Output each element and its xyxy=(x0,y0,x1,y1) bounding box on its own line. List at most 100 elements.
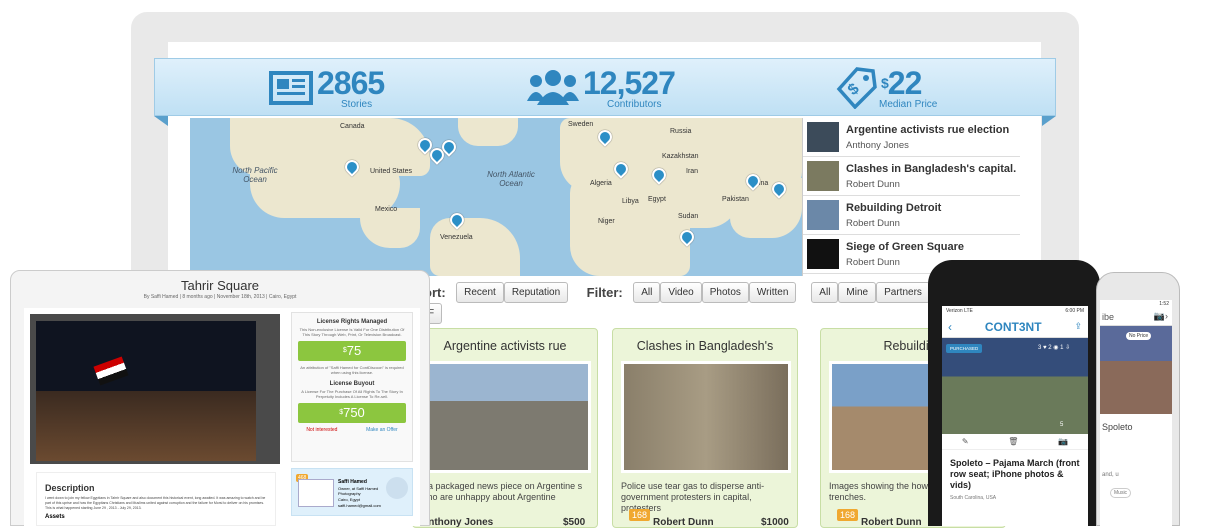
map-label-kazakhstan: Kazakhstan xyxy=(662,153,699,160)
map-label-niger: Niger xyxy=(598,218,615,225)
app-logo: ibe xyxy=(1102,311,1115,322)
filter2-partners-button[interactable]: Partners xyxy=(876,282,930,303)
purchased-badge: PURCHASED xyxy=(946,344,983,353)
filter2-mine-button[interactable]: Mine xyxy=(838,282,877,303)
story-item[interactable]: Clashes in Bangladesh's capital. Robert D… xyxy=(803,157,1020,196)
make-offer-link[interactable]: Make an Offer xyxy=(366,427,398,433)
ribbon-fold-right xyxy=(1042,116,1056,126)
stories-label: Stories xyxy=(341,99,373,110)
card-image xyxy=(621,361,791,473)
license-panel: License Rights Managed This Non-exclusiv… xyxy=(291,312,413,462)
story-item[interactable]: Rebuilding Detroit Robert Dunn xyxy=(803,196,1020,235)
map-label-canada: Canada xyxy=(340,123,365,130)
camera-icon[interactable]: 📷› xyxy=(1154,311,1168,322)
filter-label: Filter: xyxy=(586,285,623,300)
story-card[interactable]: Argentine activists rue s a packaged new… xyxy=(412,328,598,528)
story-title: Spoleto – Pajama March (front row seat; … xyxy=(950,458,1080,490)
filter-all-button[interactable]: All xyxy=(633,282,661,303)
price-tag-icon: $ xyxy=(836,67,877,109)
story-card[interactable]: Clashes in Bangladesh's Police use tear … xyxy=(612,328,798,528)
stories-map[interactable]: Canada United States Mexico Venezuela Sw… xyxy=(190,118,802,276)
filter-video-button[interactable]: Video xyxy=(660,282,702,303)
story-thumbnail xyxy=(807,122,839,152)
map-label-egypt: Egypt xyxy=(648,196,666,203)
description-text: I went down to join my fellow Egyptians … xyxy=(45,496,266,510)
stats-row: 3 ♥ 2 ◉ 1 ⇩ xyxy=(1038,345,1071,351)
price-currency: $ xyxy=(881,75,889,91)
map-label-russia: Russia xyxy=(670,128,692,135)
user-icon xyxy=(386,477,408,499)
median-price-label: Median Price xyxy=(879,99,938,110)
edit-icon[interactable]: ✎ xyxy=(962,437,969,446)
card-title: Clashes in Bangladesh's xyxy=(636,339,774,353)
story-byline: By Saffi Hamed | 8 months ago | November… xyxy=(143,294,297,300)
map-label-us: United States xyxy=(370,168,413,175)
license-buyout-heading: License Buyout xyxy=(329,381,375,387)
sort-recent-button[interactable]: Recent xyxy=(456,282,504,303)
card-byline: Robert Dunn xyxy=(861,517,922,528)
license-buyout-text: A License For The Purchase Of All Rights… xyxy=(301,389,403,399)
filter-written-button[interactable]: Written xyxy=(748,282,797,303)
story-title: Argentine activists rue election xyxy=(846,123,1010,136)
card-image xyxy=(421,361,591,473)
not-interested-link[interactable]: Not interested xyxy=(306,427,337,433)
trash-icon[interactable]: 🗑 xyxy=(1008,437,1018,446)
median-price: 22 xyxy=(887,65,923,101)
map-label-sweden: Sweden xyxy=(568,121,594,128)
author-email: saffi.hamed@gmail.com xyxy=(338,503,381,508)
filter-photos-button[interactable]: Photos xyxy=(701,282,749,303)
map-label-libya: Libya xyxy=(622,198,639,205)
license-managed-heading: License Rights Managed xyxy=(316,319,388,325)
map-label-sudan: Sudan xyxy=(678,213,699,220)
story-title: Siege of Green Square xyxy=(846,240,964,253)
contributors-count: 12,527 xyxy=(583,65,676,101)
camera-icon[interactable]: 📷 xyxy=(1058,437,1068,446)
card-title: Argentine activists rue xyxy=(443,339,567,353)
buy-license-button[interactable]: $75 xyxy=(298,341,406,361)
author-photo xyxy=(298,479,334,507)
photo-count: 5 xyxy=(1060,422,1064,428)
assets-heading: Assets xyxy=(45,514,65,520)
story-item[interactable]: Argentine activists rue election Anthony … xyxy=(803,118,1020,157)
share-icon[interactable]: ⇪ xyxy=(1074,321,1082,332)
map-label-mexico: Mexico xyxy=(375,206,398,213)
contributors-label: Contributors xyxy=(607,99,662,110)
description-panel: Description I went down to join my fello… xyxy=(36,472,276,526)
filter-bar: ort: Recent Reputation Filter: All Video Ph… xyxy=(420,282,940,324)
flag xyxy=(93,356,129,386)
newspaper-icon xyxy=(269,71,313,105)
stats-banner: 2865 Stories 12,527 Contributors $ $22 M… xyxy=(154,58,1056,116)
buyout-button[interactable]: $750 xyxy=(298,403,406,423)
story-thumbnail xyxy=(807,239,839,269)
story-image[interactable]: No Price xyxy=(1100,326,1172,414)
story-thumbnail xyxy=(807,200,839,230)
clock: 6:00 PM xyxy=(1065,308,1084,314)
map-label-pakistan: Pakistan xyxy=(722,196,749,203)
story-title: Tahrir Square xyxy=(180,278,260,293)
music-tag[interactable]: Music xyxy=(1110,488,1132,498)
attribution-text: An attribution of "Saffi Hamed for ContD… xyxy=(300,365,404,375)
likes-count: 3 xyxy=(1038,345,1042,351)
no-price-badge: No Price xyxy=(1126,332,1152,340)
story-location: South Carolina, USA xyxy=(950,495,997,501)
story-title: Spoleto xyxy=(1102,422,1133,432)
sort-reputation-button[interactable]: Reputation xyxy=(503,282,569,303)
card-byline: Robert Dunn xyxy=(653,517,714,528)
story-photo[interactable] xyxy=(36,321,256,461)
story-author: Anthony Jones xyxy=(846,139,909,151)
clock: 1:52 xyxy=(1159,301,1169,307)
card-byline: Anthony Jones xyxy=(421,517,494,528)
story-list: Argentine activists rue election Anthony … xyxy=(802,118,1020,276)
author-card[interactable]: 468 Saffi Hamed Owner, at Saffi Hamed Ph… xyxy=(291,468,413,516)
map-label-iran: Iran xyxy=(686,168,699,175)
card-badge: 168 xyxy=(837,509,859,521)
card-price: $1000 xyxy=(761,517,789,528)
story-image[interactable]: PURCHASED 3 ♥ 2 ◉ 1 ⇩ 5 xyxy=(942,338,1088,434)
ocean-label-atlantic: North Atlantic Ocean xyxy=(487,170,535,188)
filter2-all-button[interactable]: All xyxy=(811,282,839,303)
author-name: Saffi Hamed xyxy=(338,479,367,485)
views-count: 2 xyxy=(1048,345,1052,351)
android-screen: 1:52 ibe 📷› No Price Spoleto and, u Music xyxy=(1100,300,1172,526)
map-label-algeria: Algeria xyxy=(590,180,612,187)
card-badge: 168 xyxy=(629,509,651,521)
